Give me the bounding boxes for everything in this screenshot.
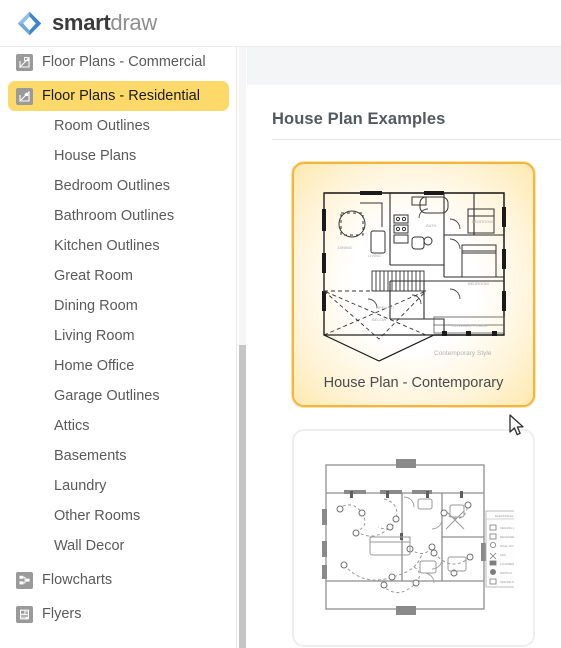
card-caption <box>294 631 533 645</box>
smartdraw-diamond-logo-icon <box>16 10 43 37</box>
svg-text:CEILING LIGHT: CEILING LIGHT <box>500 526 514 530</box>
title-divider <box>272 139 561 140</box>
sidebar-item-label: House Plans <box>54 147 137 164</box>
sidebar-item-flowcharts[interactable]: Flowcharts <box>8 565 229 595</box>
sidebar-item-label: Floor Plans - Residential <box>42 87 200 104</box>
svg-text:DINING: DINING <box>338 245 352 250</box>
page-title: House Plan Examples <box>272 110 446 128</box>
category-sidebar[interactable]: Floor Plans - Commercial Floor Plans - Re… <box>0 47 237 648</box>
svg-text:BEDROOM: BEDROOM <box>472 219 493 224</box>
sidebar-item-home-office[interactable]: Home Office <box>8 351 229 381</box>
contemporary-house-floor-plan-thumbnail: DINING LIVING BATH BEDROOM BEDROOM OPEN … <box>294 164 533 376</box>
svg-text:SWITCH: SWITCH <box>500 571 512 575</box>
svg-text:LIVING: LIVING <box>368 253 381 258</box>
sidebar-item-living-room[interactable]: Living Room <box>8 321 229 351</box>
sidebar-item-flyers[interactable]: Flyers <box>8 599 229 629</box>
svg-text:BEDROOM: BEDROOM <box>468 281 489 286</box>
template-card-house-plan-contemporary[interactable]: DINING LIVING BATH BEDROOM BEDROOM OPEN … <box>292 162 535 407</box>
svg-text:BELOW: BELOW <box>372 317 387 322</box>
svg-text:BATH: BATH <box>426 223 436 228</box>
svg-text:RECESSED: RECESSED <box>500 535 514 539</box>
brand-header: smartdraw <box>0 0 561 47</box>
sidebar-item-label: Kitchen Outlines <box>54 237 160 254</box>
brand-word-draw: draw <box>110 10 157 35</box>
sidebar-item-label: Home Office <box>54 357 135 374</box>
floor-plan-commercial-icon <box>16 53 33 71</box>
plan-style-note: Contemporary Style <box>434 350 492 357</box>
sidebar-item-floor-plans-commercial[interactable]: Floor Plans - Commercial <box>8 47 229 77</box>
sidebar-item-label: Basements <box>54 447 127 464</box>
sidebar-item-other-rooms[interactable]: Other Rooms <box>8 501 229 531</box>
sidebar-item-label: Room Outlines <box>54 117 150 134</box>
sidebar-item-laundry[interactable]: Laundry <box>8 471 229 501</box>
sidebar-item-label: Floor Plans - Commercial <box>42 53 206 70</box>
flyer-icon <box>16 605 33 623</box>
main-content: House Plan Examples DINING LIVING BATH B… <box>247 47 561 648</box>
sidebar-item-label: Attics <box>54 417 90 434</box>
electrical-house-floor-plan-thumbnail: ELECTRICAL PLAN CEILING LIGHT RECESSED W… <box>294 431 533 631</box>
sidebar-item-garage-outlines[interactable]: Garage Outlines <box>8 381 229 411</box>
content-toolbar <box>247 47 561 85</box>
sidebar-item-label: Dining Room <box>54 297 138 314</box>
svg-text:SMOKE DET.: SMOKE DET. <box>500 580 514 584</box>
svg-text:FLUORESCENT: FLUORESCENT <box>500 562 514 566</box>
card-caption: House Plan - Contemporary <box>323 375 504 391</box>
sidebar-item-kitchen-outlines[interactable]: Kitchen Outlines <box>8 231 229 261</box>
sidebar-item-great-room[interactable]: Great Room <box>8 261 229 291</box>
sidebar-item-label: Other Rooms <box>54 507 141 524</box>
sidebar-scrollbar-thumb[interactable] <box>239 345 246 648</box>
sidebar-item-label: Bathroom Outlines <box>54 207 175 224</box>
floor-plan-residential-icon <box>16 87 33 105</box>
sidebar-item-bathroom-outlines[interactable]: Bathroom Outlines <box>8 201 229 231</box>
sidebar-item-label: Garage Outlines <box>54 387 160 404</box>
brand-wordmark: smartdraw <box>52 12 157 34</box>
sidebar-item-floor-plans-residential[interactable]: Floor Plans - Residential <box>8 81 229 111</box>
flowchart-icon <box>16 571 33 589</box>
sidebar-item-room-outlines[interactable]: Room Outlines <box>8 111 229 141</box>
examples-panel: House Plan Examples DINING LIVING BATH B… <box>247 85 561 647</box>
sidebar-item-dining-room[interactable]: Dining Room <box>8 291 229 321</box>
sidebar-item-basements[interactable]: Basements <box>8 441 229 471</box>
sidebar-item-list: Floor Plans - Commercial Floor Plans - Re… <box>0 47 236 629</box>
brand-word-smart: smart <box>52 10 111 35</box>
template-card-electrical-plan[interactable]: ELECTRICAL PLAN CEILING LIGHT RECESSED W… <box>292 428 535 647</box>
sidebar-item-label: Living Room <box>54 327 135 344</box>
smartdraw-template-browser: smartdraw Floor Plans - Commercial Floor … <box>0 0 561 648</box>
svg-text:OPEN TO: OPEN TO <box>376 305 394 310</box>
smartdraw-logo[interactable]: smartdraw <box>16 10 157 37</box>
sidebar-item-attics[interactable]: Attics <box>8 411 229 441</box>
sidebar-item-label: Wall Decor <box>54 537 125 554</box>
sidebar-item-label: Flowcharts <box>42 571 113 588</box>
sidebar-item-house-plans[interactable]: House Plans <box>8 141 229 171</box>
sidebar-item-bedroom-outlines[interactable]: Bedroom Outlines <box>8 171 229 201</box>
sidebar-item-label: Flyers <box>42 605 82 622</box>
svg-text:COVERED PORCH: COVERED PORCH <box>452 323 487 328</box>
svg-text:WALL OUTLET: WALL OUTLET <box>500 544 514 548</box>
sidebar-item-label: Laundry <box>54 477 107 494</box>
sidebar-item-label: Bedroom Outlines <box>54 177 171 194</box>
sidebar-item-wall-decor[interactable]: Wall Decor <box>8 531 229 561</box>
svg-text:FAN: FAN <box>500 553 506 557</box>
svg-text:ELECTRICAL PLAN: ELECTRICAL PLAN <box>495 514 514 518</box>
sidebar-item-label: Great Room <box>54 267 133 284</box>
